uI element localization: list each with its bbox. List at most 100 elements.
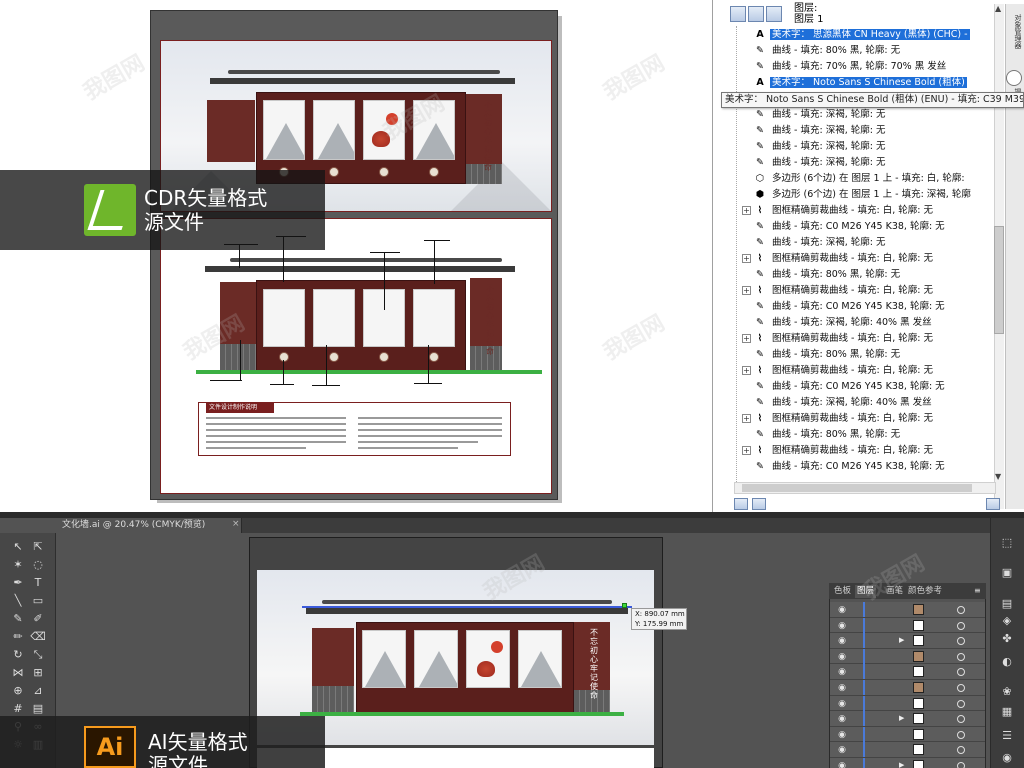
scroll-down-icon[interactable]: ▼ (995, 472, 1001, 481)
object-row[interactable]: ✎ 曲线 - 填充: C0 M26 Y45 K38, 轮廓: 无 (742, 379, 994, 395)
object-row[interactable]: ✎ 曲线 - 填充: 深褐, 轮廓: 40% 黑 发丝 (742, 395, 994, 411)
mesh-tool-icon[interactable]: # (10, 702, 26, 716)
object-row[interactable]: ✎ 曲线 - 填充: C0 M26 Y45 K38, 轮廓: 无 (742, 459, 994, 475)
bounding-box-handle[interactable] (622, 603, 627, 608)
align-icon[interactable]: ▤ (1000, 598, 1014, 610)
visibility-eye-icon[interactable]: ◉ (836, 620, 848, 632)
expand-toggle-icon[interactable]: + (742, 366, 751, 375)
swatches-icon[interactable]: ▦ (1000, 706, 1014, 718)
horizontal-scrollbar-thumb[interactable] (742, 484, 972, 492)
layers-icon[interactable]: ◈ (1000, 615, 1014, 627)
visibility-eye-icon[interactable]: ◉ (836, 635, 848, 647)
document-tab[interactable]: 文化墙.ai @ 20.47% (CMYK/预览) (56, 518, 242, 533)
pencil-tool-icon[interactable]: ✐ (30, 612, 46, 626)
close-tab-icon[interactable]: × (232, 519, 240, 529)
object-row[interactable]: + ⌇ 图框精确剪裁曲线 - 填充: 白, 轮廓: 无 (742, 363, 994, 379)
object-row[interactable]: ✎ 曲线 - 填充: 深褐, 轮廓: 无 (742, 155, 994, 171)
blob-brush-tool-icon[interactable]: ✏ (10, 630, 26, 644)
object-row[interactable]: ✎ 曲线 - 填充: 70% 黑, 轮廓: 70% 黑 发丝 (742, 59, 994, 75)
object-row[interactable]: ⬡ 多边形 (6个边) 在 图层 1 上 - 填充: 白, 轮廓: (742, 171, 994, 187)
free-transform-tool-icon[interactable]: ⊞ (30, 666, 46, 680)
layer-header[interactable]: 图层: 图层 1 (794, 3, 824, 25)
delete-icon[interactable] (986, 498, 1000, 510)
hints-icon[interactable] (1006, 70, 1022, 86)
expand-toggle-icon[interactable]: + (742, 414, 751, 423)
expand-toggle-icon[interactable]: + (742, 254, 751, 263)
scale-tool-icon[interactable]: ⤡ (30, 648, 46, 662)
line-tool-icon[interactable]: ╲ (10, 594, 26, 608)
object-row[interactable]: ✎ 曲线 - 填充: 80% 黑, 轮廓: 无 (742, 427, 994, 443)
visibility-eye-icon[interactable]: ◉ (836, 729, 848, 741)
expand-toggle-icon[interactable]: + (742, 206, 751, 215)
expand-toggle-icon[interactable]: + (742, 334, 751, 343)
expand-arrow-icon[interactable]: ▶ (899, 633, 907, 648)
rotate-tool-icon[interactable]: ↻ (10, 648, 26, 662)
shape-builder-tool-icon[interactable]: ⊕ (10, 684, 26, 698)
visibility-eye-icon[interactable]: ◉ (836, 698, 848, 710)
selection-tool-icon[interactable]: ↖ (10, 540, 26, 554)
expand-arrow-icon[interactable]: ▶ (899, 758, 907, 768)
layer-options-icon[interactable] (766, 6, 782, 22)
tab-color-guide[interactable]: 颜色参考 (906, 585, 944, 598)
object-row[interactable]: ✎ 曲线 - 填充: 深褐, 轮廓: 无 (742, 107, 994, 123)
object-row[interactable]: + ⌇ 图框精确剪裁曲线 - 填充: 白, 轮廓: 无 (742, 331, 994, 347)
new-layer-icon[interactable] (734, 498, 748, 510)
gradient-tool-icon[interactable]: ▤ (30, 702, 46, 716)
object-row[interactable]: ✎ 曲线 - 填充: 80% 黑, 轮廓: 无 (742, 267, 994, 283)
lasso-tool-icon[interactable]: ◌ (30, 558, 46, 572)
symbols-icon[interactable]: ✤ (1000, 633, 1014, 645)
target-circle-icon[interactable] (957, 730, 965, 739)
docker-tab-object-manager[interactable]: 对象管理器 (1006, 14, 1023, 66)
scroll-up-icon[interactable]: ▲ (995, 4, 1001, 13)
object-row[interactable]: A 美术字： 思源黑体 CN Heavy (黑体) (CHC) - (742, 27, 994, 43)
visibility-eye-icon[interactable]: ◉ (836, 604, 848, 616)
visibility-eye-icon[interactable]: ◉ (836, 682, 848, 694)
color-icon[interactable]: ❀ (1000, 686, 1014, 698)
target-circle-icon[interactable] (957, 699, 965, 708)
artboards-icon[interactable]: ⬚ (1000, 537, 1014, 549)
object-row[interactable]: ⬢ 多边形 (6个边) 在 图层 1 上 - 填充: 深褐, 轮廓 (742, 187, 994, 203)
object-row[interactable]: + ⌇ 图框精确剪裁曲线 - 填充: 白, 轮廓: 无 (742, 411, 994, 427)
object-row[interactable]: A 美术字： Noto Sans S Chinese Bold (粗体) (742, 75, 994, 91)
object-row[interactable]: ✎ 曲线 - 填充: C0 M26 Y45 K38, 轮廓: 无 (742, 219, 994, 235)
expand-toggle-icon[interactable]: + (742, 286, 751, 295)
perspective-grid-tool-icon[interactable]: ⊿ (30, 684, 46, 698)
object-row[interactable]: ✎ 曲线 - 填充: 深褐, 轮廓: 无 (742, 235, 994, 251)
visibility-eye-icon[interactable]: ◉ (836, 760, 848, 768)
target-circle-icon[interactable] (957, 762, 965, 768)
object-row[interactable]: ✎ 曲线 - 填充: 深褐, 轮廓: 40% 黑 发丝 (742, 315, 994, 331)
object-row[interactable]: ✎ 曲线 - 填充: 深褐, 轮廓: 无 (742, 139, 994, 155)
visibility-eye-icon[interactable]: ◉ (836, 713, 848, 725)
gradient-icon[interactable]: ◐ (1000, 656, 1014, 668)
width-tool-icon[interactable]: ⋈ (10, 666, 26, 680)
eraser-tool-icon[interactable]: ⌫ (30, 630, 46, 644)
direct-selection-tool-icon[interactable]: ⇱ (30, 540, 46, 554)
expand-toggle-icon[interactable]: + (742, 446, 751, 455)
pen-tool-icon[interactable]: ✒ (10, 576, 26, 590)
scrollbar-thumb[interactable] (994, 226, 1004, 334)
visibility-eye-icon[interactable]: ◉ (836, 744, 848, 756)
magic-wand-tool-icon[interactable]: ✶ (10, 558, 26, 572)
rectangle-tool-icon[interactable]: ▭ (30, 594, 46, 608)
object-row[interactable]: + ⌇ 图框精确剪裁曲线 - 填充: 白, 轮廓: 无 (742, 283, 994, 299)
object-row[interactable]: ✎ 曲线 - 填充: 80% 黑, 轮廓: 无 (742, 43, 994, 59)
new-master-layer-icon[interactable] (752, 498, 766, 510)
tab-swatches[interactable]: 色板 (832, 585, 853, 598)
object-row[interactable]: + ⌇ 图框精确剪裁曲线 - 填充: 白, 轮廓: 无 (742, 203, 994, 219)
object-row[interactable]: + ⌇ 图框精确剪裁曲线 - 填充: 白, 轮廓: 无 (742, 251, 994, 267)
target-circle-icon[interactable] (957, 684, 965, 692)
panel-menu-icon[interactable]: ≡ (974, 586, 981, 595)
target-circle-icon[interactable] (957, 606, 965, 614)
target-circle-icon[interactable] (957, 621, 965, 630)
appearance-icon[interactable]: ◉ (1000, 752, 1014, 764)
object-row[interactable]: + ⌇ 图框精确剪裁曲线 - 填充: 白, 轮廓: 无 (742, 443, 994, 459)
paintbrush-tool-icon[interactable]: ✎ (10, 612, 26, 626)
transform-icon[interactable]: ▣ (1000, 567, 1014, 579)
object-row[interactable]: ✎ 曲线 - 填充: 深褐, 轮廓: 无 (742, 123, 994, 139)
target-circle-icon[interactable] (957, 652, 965, 661)
type-tool-icon[interactable]: T (30, 576, 46, 590)
stroke-icon[interactable]: ☰ (1000, 730, 1014, 742)
layer-manager-view-icon[interactable] (730, 6, 746, 22)
object-row[interactable]: ✎ 曲线 - 填充: C0 M26 Y45 K38, 轮廓: 无 (742, 299, 994, 315)
visibility-eye-icon[interactable]: ◉ (836, 651, 848, 663)
